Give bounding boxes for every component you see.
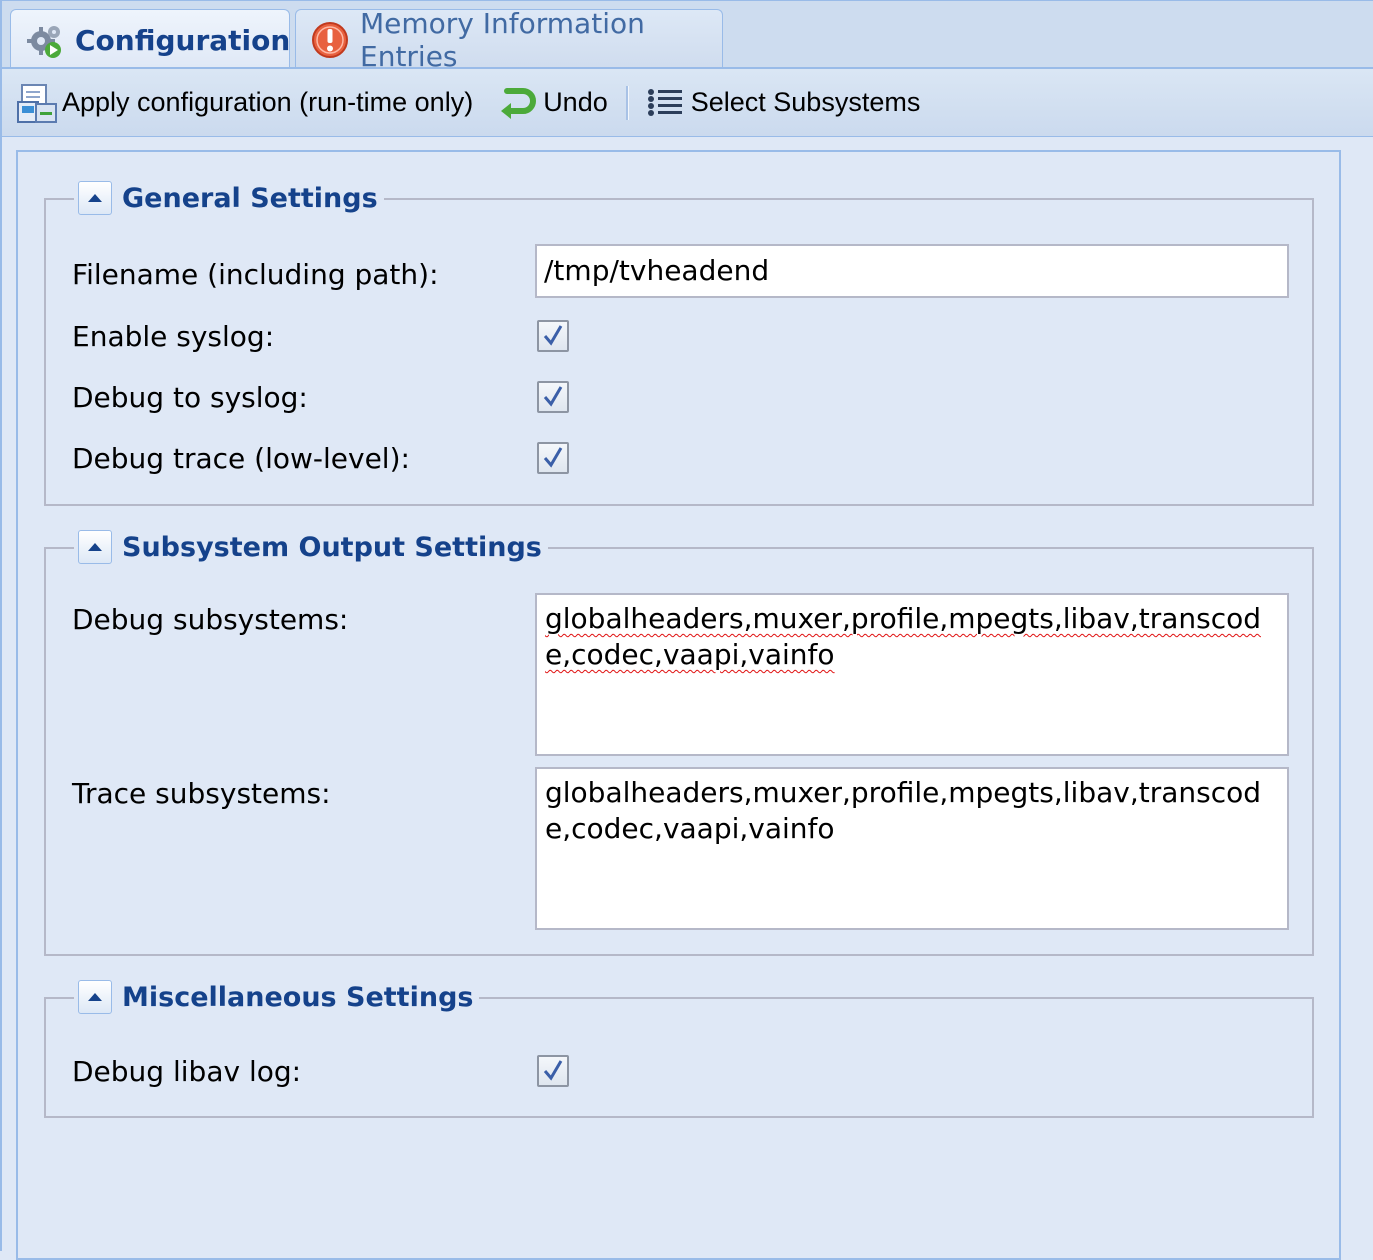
trace-label: Debug trace (low-level): <box>72 441 410 475</box>
collapse-up-icon <box>88 194 102 202</box>
subsystem-output-legend: Subsystem Output Settings <box>74 527 548 567</box>
debug-subsystems-row: Debug subsystems: <box>72 599 348 639</box>
syslog-label: Enable syslog: <box>72 319 275 353</box>
tab-strip: Configuration Memory Information Entries <box>0 0 1373 73</box>
apply-configuration-button[interactable]: Apply configuration (run-time only) <box>16 69 473 136</box>
trace-subsystems-value: globalheaders,muxer,profile,mpegts,libav… <box>545 776 1261 845</box>
syslog-row: Enable syslog: <box>72 318 274 354</box>
general-settings-legend: General Settings <box>74 178 384 218</box>
collapse-up-icon <box>88 543 102 551</box>
trace-subsystems-label: Trace subsystems: <box>72 776 331 810</box>
checkmark-icon <box>543 386 563 407</box>
toolbar-separator <box>625 85 629 120</box>
select-subsystems-label: Select Subsystems <box>690 87 921 117</box>
libav-label: Debug libav log: <box>72 1054 302 1088</box>
apply-configuration-label: Apply configuration (run-time only) <box>62 87 474 117</box>
undo-button[interactable]: Undo <box>497 69 608 136</box>
apply-config-icon <box>17 83 57 123</box>
checkmark-icon <box>543 447 563 468</box>
debug-syslog-row: Debug to syslog: <box>72 379 308 415</box>
general-settings-fieldset: General Settings Filename (including pat… <box>44 178 1314 506</box>
collapse-up-icon <box>88 993 102 1001</box>
trace-checkbox[interactable] <box>537 442 569 474</box>
misc-settings-legend: Miscellaneous Settings <box>74 977 480 1017</box>
general-collapse-button[interactable] <box>78 181 112 215</box>
libav-row: Debug libav log: <box>72 1051 301 1091</box>
list-icon <box>647 88 682 116</box>
tab-configuration[interactable]: Configuration <box>10 9 290 71</box>
config-form-panel: General Settings Filename (including pat… <box>16 150 1341 1260</box>
debug-subsystems-label: Debug subsystems: <box>72 602 349 636</box>
subsystem-output-fieldset: Subsystem Output Settings Debug subsyste… <box>44 527 1314 956</box>
tab-memory-label: Memory Information Entries <box>360 7 645 73</box>
filename-label: Filename (including path): <box>72 257 439 291</box>
toolbar: Apply configuration (run-time only) Undo… <box>0 69 1373 137</box>
tab-configuration-label: Configuration <box>75 24 291 57</box>
trace-subsystems-textarea[interactable]: globalheaders,muxer,profile,mpegts,libav… <box>535 767 1289 930</box>
libav-checkbox[interactable] <box>537 1055 569 1087</box>
misc-collapse-button[interactable] <box>78 980 112 1014</box>
filename-input[interactable]: /tmp/tvheadend <box>535 244 1289 298</box>
trace-subsystems-row: Trace subsystems: <box>72 773 331 813</box>
subsystem-collapse-button[interactable] <box>78 530 112 564</box>
warning-circle-icon <box>312 22 348 58</box>
select-subsystems-button[interactable]: Select Subsystems <box>647 69 921 136</box>
misc-settings-fieldset: Miscellaneous Settings Debug libav log: <box>44 977 1314 1118</box>
debug-syslog-label: Debug to syslog: <box>72 380 308 414</box>
checkmark-icon <box>543 1060 563 1081</box>
debug-subsystems-value: globalheaders,muxer,profile,mpegts,libav… <box>545 602 1261 671</box>
left-border <box>0 137 2 1251</box>
debug-subsystems-textarea[interactable]: globalheaders,muxer,profile,mpegts,libav… <box>535 593 1289 756</box>
filename-row: Filename (including path): <box>72 248 439 300</box>
misc-settings-title: Miscellaneous Settings <box>122 981 474 1013</box>
trace-row: Debug trace (low-level): <box>72 440 410 476</box>
subsystem-output-title: Subsystem Output Settings <box>122 531 542 563</box>
undo-icon <box>501 87 537 119</box>
checkmark-icon <box>543 325 563 346</box>
gears-icon <box>27 25 61 58</box>
syslog-checkbox[interactable] <box>537 320 569 352</box>
undo-label: Undo <box>543 87 608 117</box>
debug-syslog-checkbox[interactable] <box>537 381 569 413</box>
tab-memory-information-entries[interactable]: Memory Information Entries <box>295 7 723 73</box>
general-settings-title: General Settings <box>122 182 378 214</box>
